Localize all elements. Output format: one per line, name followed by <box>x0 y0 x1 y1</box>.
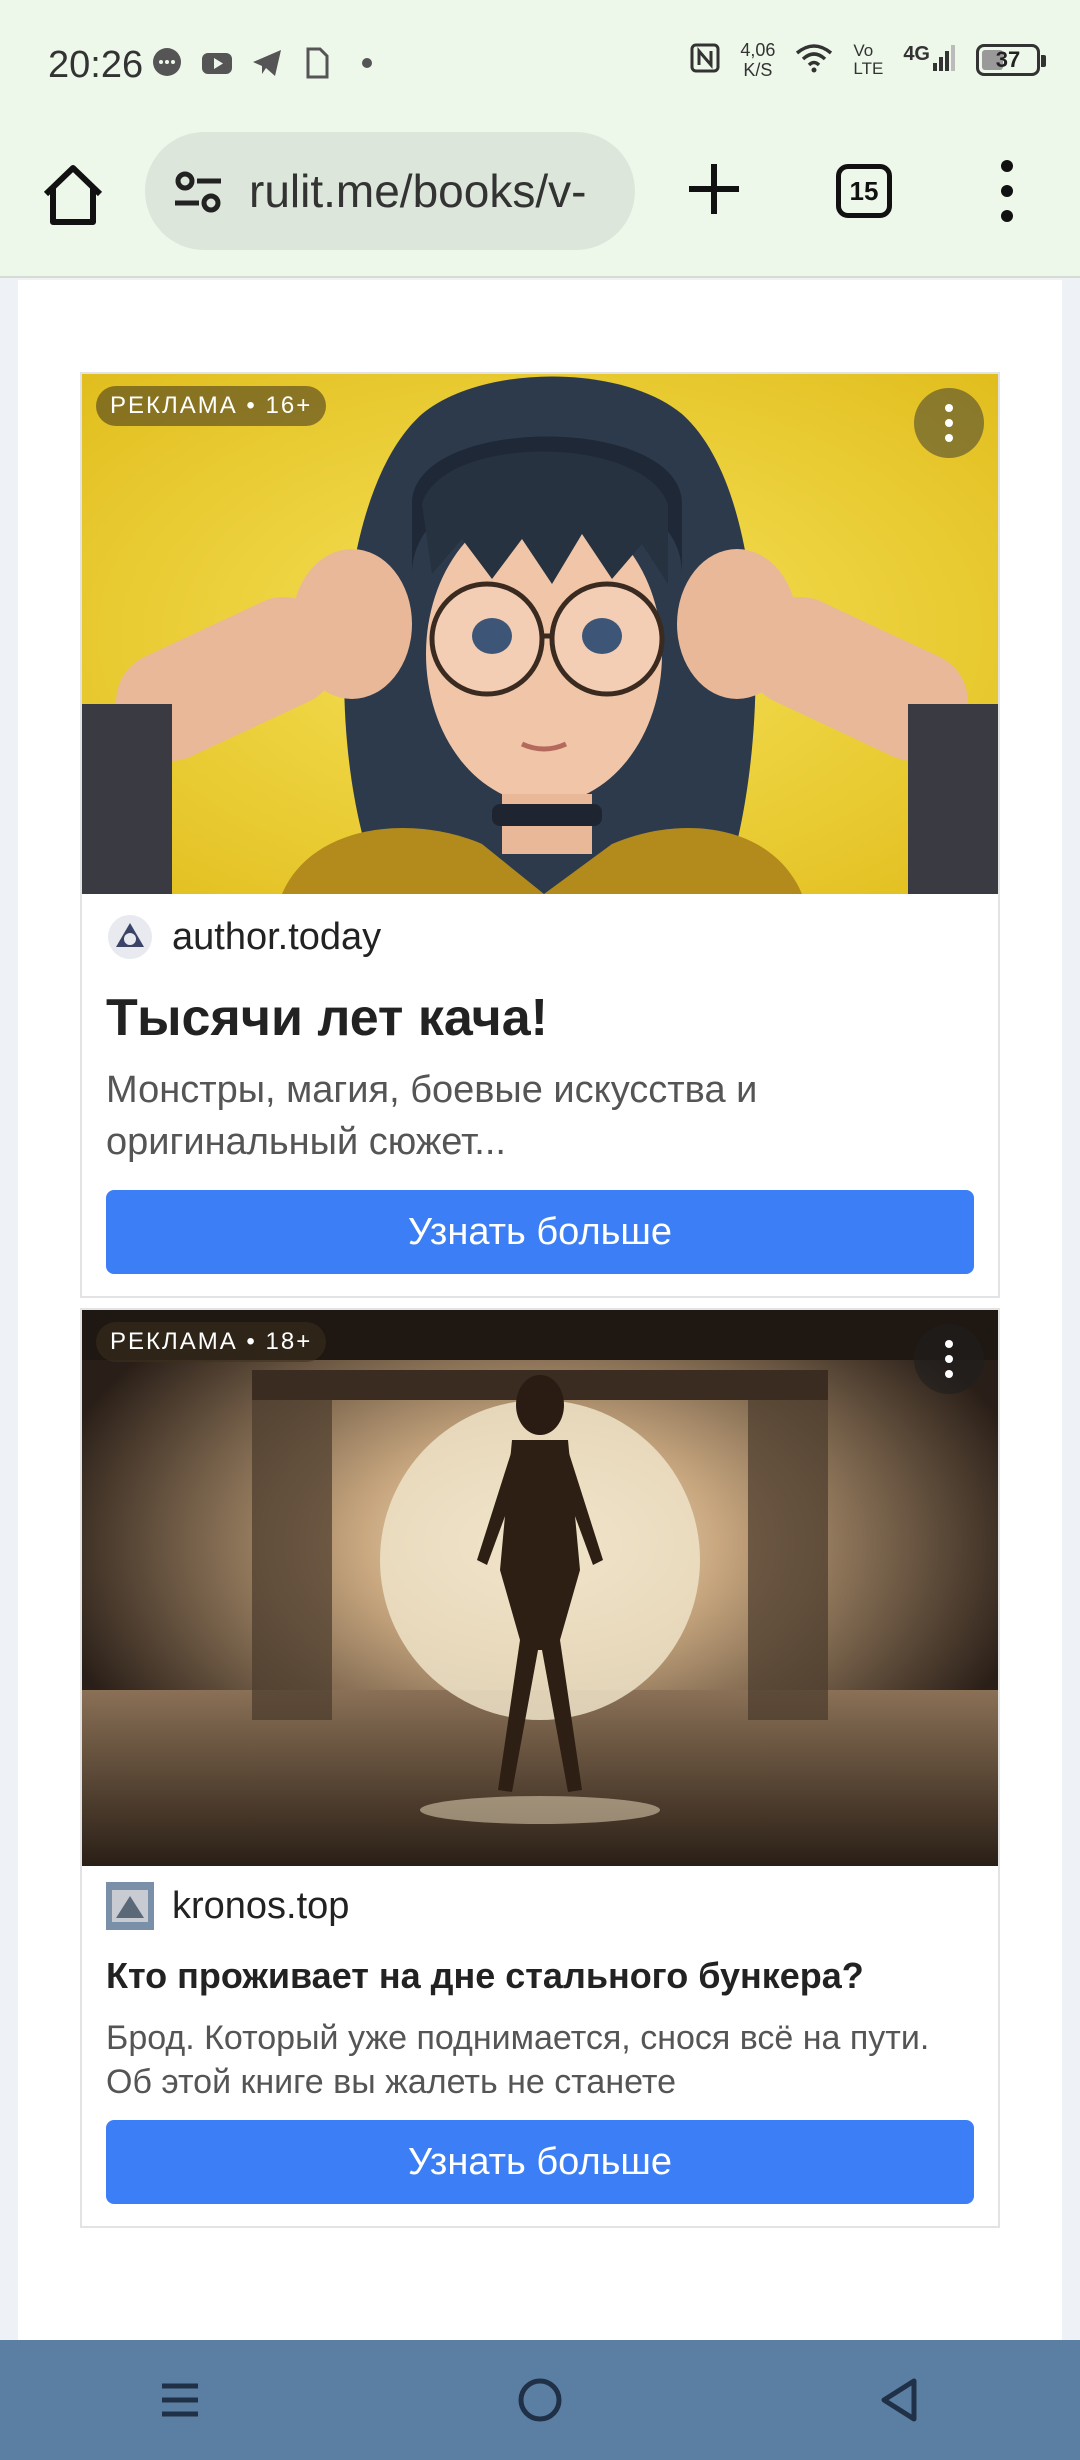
net-speed: 4,06 K/S <box>740 40 775 80</box>
circle-icon <box>518 2378 562 2422</box>
ad-title[interactable]: Тысячи лет кача! <box>82 980 998 1064</box>
battery-icon: 37 <box>976 44 1046 76</box>
new-tab-button[interactable] <box>685 160 743 218</box>
ad-options-icon[interactable] <box>914 1324 984 1394</box>
message-icon <box>150 46 184 80</box>
system-nav-bar <box>0 2340 1080 2460</box>
ad-source-text[interactable]: kronos.top <box>172 1885 349 1928</box>
status-right: 4,06 K/S Vo LTE 4G 37 <box>690 40 1046 80</box>
ad-source[interactable]: kronos.top <box>82 1866 998 1946</box>
ad-image[interactable]: РЕКЛАМА • 18+ <box>82 1310 998 1866</box>
document-icon <box>300 46 334 80</box>
back-button[interactable] <box>870 2370 930 2430</box>
kebab-menu-icon[interactable] <box>990 160 1024 222</box>
home-nav-button[interactable] <box>510 2370 570 2430</box>
author-today-logo-icon <box>108 915 152 959</box>
ad-options-icon[interactable] <box>914 388 984 458</box>
plus-icon <box>689 164 739 214</box>
ad-source-text[interactable]: author.today <box>172 916 381 959</box>
ad-title[interactable]: Кто проживает на дне стального бункера? <box>82 1946 998 2016</box>
nfc-icon <box>690 43 720 78</box>
ad-card[interactable]: РЕКЛАМА • 18+ kronos.top Кто проживает н… <box>80 1308 1000 2228</box>
volte-top: Vo <box>853 41 874 60</box>
home-icon <box>43 165 103 225</box>
back-triangle-icon <box>881 2378 917 2422</box>
kronos-top-logo-icon <box>106 1882 154 1930</box>
battery-level: 37 <box>995 47 1021 72</box>
tab-switcher-button[interactable]: 15 <box>836 164 892 218</box>
status-time: 20:26 <box>48 44 144 86</box>
browser-toolbar: rulit.me/books/v- 15 <box>0 130 1080 278</box>
ad-image[interactable]: РЕКЛАМА • 16+ <box>82 374 998 894</box>
ad-illustration-bunker-silhouette <box>82 1310 998 1866</box>
ad-card[interactable]: РЕКЛАМА • 16+ author.today Тысячи лет ка… <box>80 372 1000 1298</box>
volte-bottom: LTE <box>853 59 884 78</box>
signal-indicator: 4G <box>903 43 956 78</box>
net-speed-value: 4,06 <box>740 40 776 60</box>
recent-apps-button[interactable] <box>150 2370 210 2430</box>
status-bar: 20:26 4,06 K/S Vo LTE 4G 37 <box>0 0 1080 130</box>
ad-source[interactable]: author.today <box>82 894 998 980</box>
home-button[interactable] <box>38 160 108 230</box>
network-type: 4G <box>903 42 930 65</box>
learn-more-button[interactable]: Узнать больше <box>106 2120 974 2204</box>
net-speed-unit: K/S <box>743 60 773 80</box>
url-text[interactable]: rulit.me/books/v- <box>249 164 586 218</box>
tune-icon[interactable] <box>169 161 229 221</box>
dot-icon <box>350 46 384 80</box>
notification-icons <box>150 46 384 80</box>
menu-lines-icon <box>162 2383 198 2417</box>
ad-description: Монстры, магия, боевые искусства и ориги… <box>106 1069 758 1163</box>
ad-label: РЕКЛАМА • 16+ <box>96 386 327 426</box>
ad-illustration-girl-with-glasses <box>82 374 998 894</box>
volte-indicator: Vo LTE <box>853 42 883 78</box>
ad-description: Брод. Который уже поднимается, снося всё… <box>106 2019 930 2101</box>
learn-more-button[interactable]: Узнать больше <box>106 1190 974 1274</box>
telegram-icon <box>250 46 284 80</box>
youtube-icon <box>200 46 234 80</box>
url-bar[interactable]: rulit.me/books/v- <box>145 132 635 250</box>
wifi-icon <box>795 43 833 78</box>
ad-label: РЕКЛАМА • 18+ <box>96 1322 327 1362</box>
signal-icon <box>932 43 956 78</box>
page-content[interactable]: РЕКЛАМА • 16+ author.today Тысячи лет ка… <box>0 280 1080 2460</box>
